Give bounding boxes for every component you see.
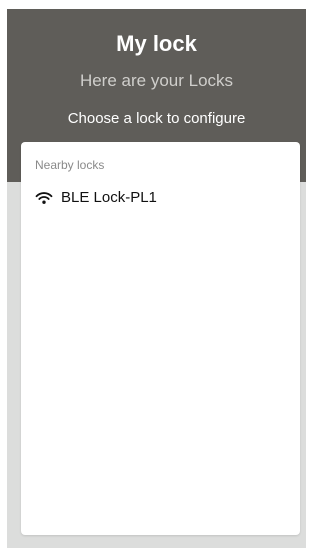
lock-name: BLE Lock-PL1 [61,189,157,206]
lock-list-card: Nearby locks BLE Lock-PL1 [21,142,300,535]
instruction-text: Choose a lock to configure [67,110,246,127]
section-label-nearby-locks: Nearby locks [35,158,105,172]
page-subtitle: Here are your Locks [79,71,234,90]
lock-list-item[interactable]: BLE Lock-PL1 [35,188,157,208]
app-screen: My lock Here are your Locks Choose a loc… [7,9,306,548]
wifi-icon [35,191,53,205]
page-title: My lock [116,31,197,56]
